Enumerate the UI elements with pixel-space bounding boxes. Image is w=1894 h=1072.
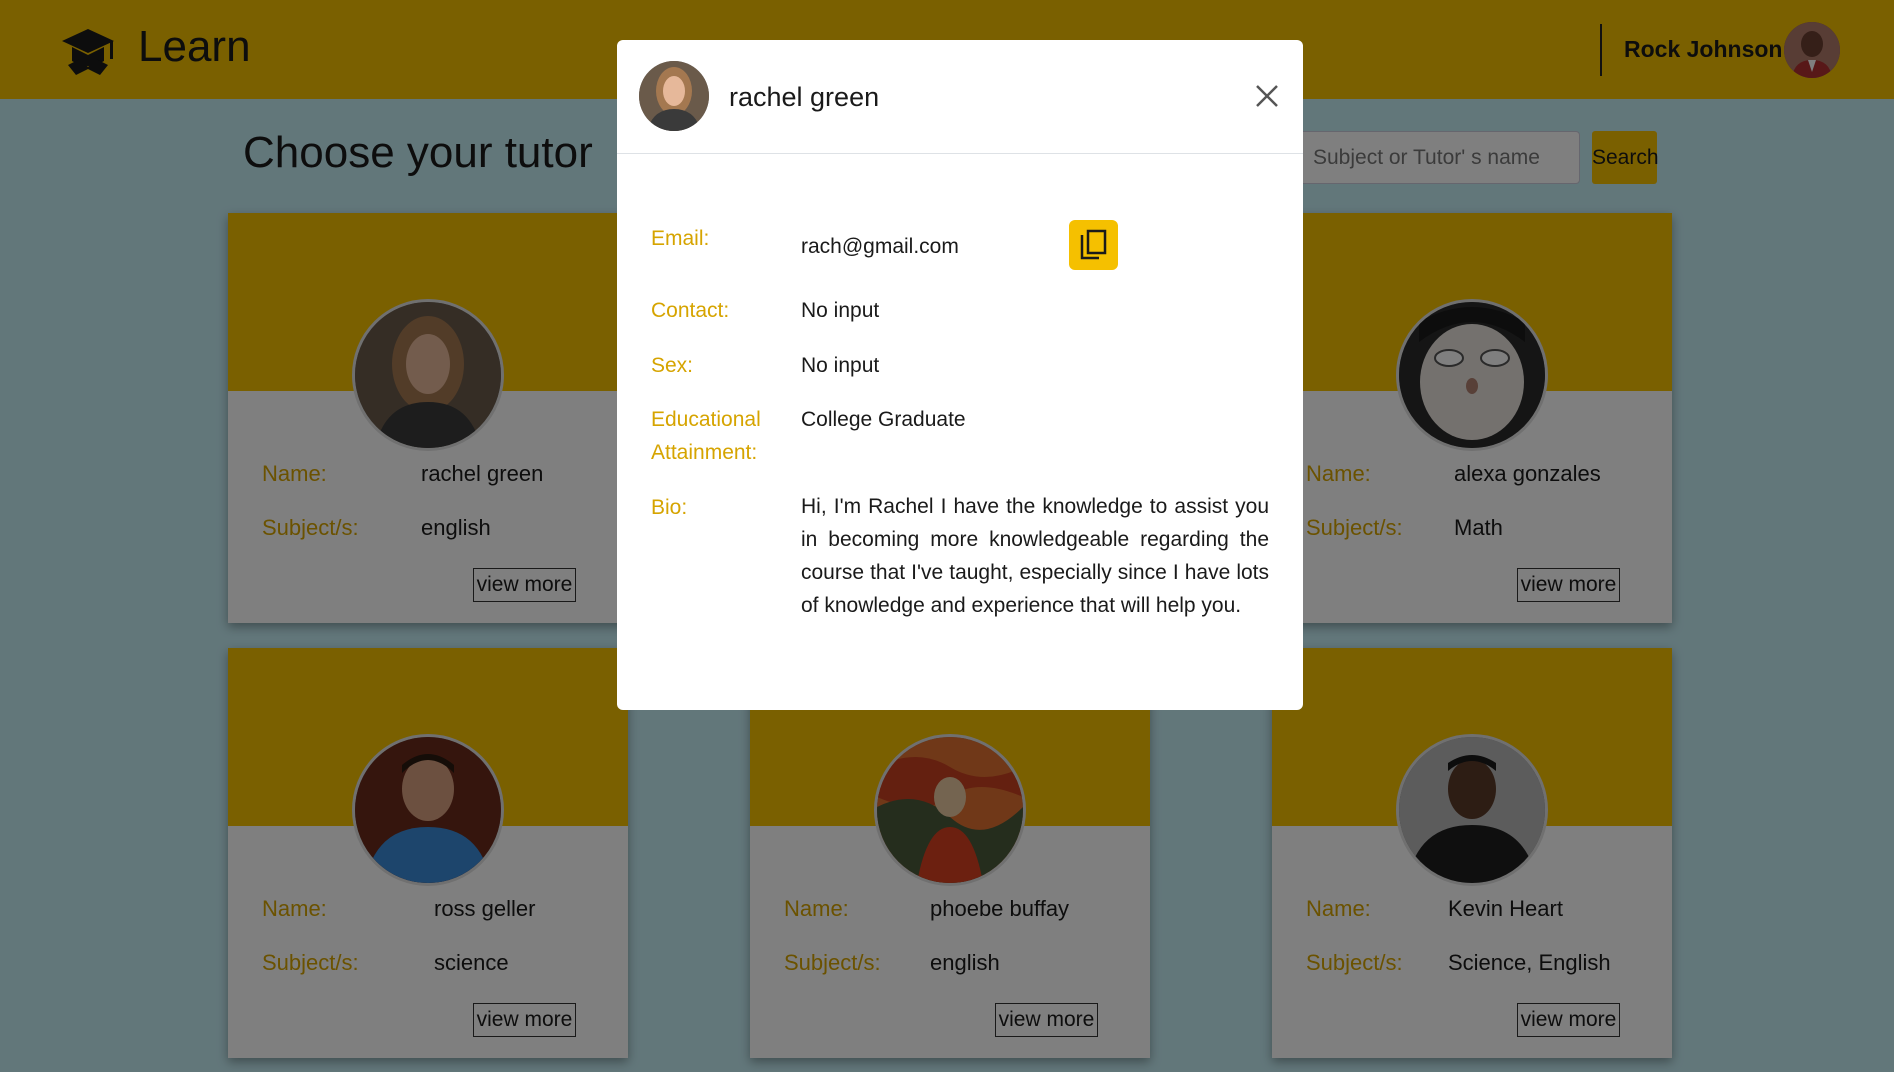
bio-value: Hi, I'm Rachel I have the knowledge to a… [801,495,1269,617]
sex-label: Sex: [651,354,694,377]
sex-value: No input [801,354,880,377]
email-label: Email: [651,227,710,250]
contact-value: No input [801,299,880,322]
education-value: College Graduate [801,408,966,431]
tutor-details-modal: rachel green Email: rach@gmail.com Conta… [617,40,1303,710]
copy-email-button[interactable] [1069,220,1118,270]
education-label: Educational [651,408,761,431]
modal-header: rachel green [617,40,1303,154]
education-label-line2: Attainment: [651,441,758,464]
bio-label: Bio: [651,496,688,519]
copy-icon [1080,229,1106,260]
close-icon[interactable] [1251,80,1283,112]
contact-label: Contact: [651,299,730,322]
email-value: rach@gmail.com [801,235,959,258]
modal-tutor-name: rachel green [729,82,880,112]
modal-tutor-avatar [639,61,709,131]
